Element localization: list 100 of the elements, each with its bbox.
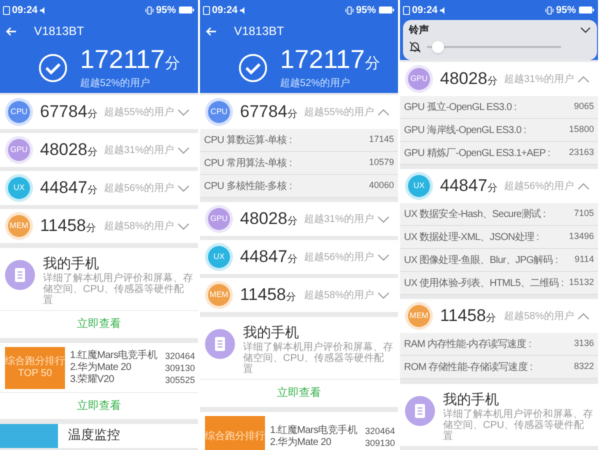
ranking-phone[interactable]: 2.华为Mate 20 xyxy=(70,362,132,374)
vibrate-icon xyxy=(544,6,554,14)
detail-value: 3136 xyxy=(574,337,594,350)
score-row[interactable]: MEM 11458分 超越58%的用户 xyxy=(400,299,598,333)
ranking-phone[interactable]: 1.红魔Mars电竞手机 xyxy=(270,424,357,436)
slider-thumb[interactable] xyxy=(432,41,444,53)
status-time: 09:24 xyxy=(412,4,438,18)
status-time: 09:24 xyxy=(12,4,38,18)
detail-label: RAM 内存性能-内存读写速度 : xyxy=(404,338,532,352)
vibrate-icon xyxy=(344,6,354,14)
score-row[interactable]: GPU 48028分 超越31%的用户 xyxy=(200,202,398,236)
percentile-text: 超越56%的用户 xyxy=(504,180,576,194)
battery-icon xyxy=(178,6,195,14)
category-badge: GPU xyxy=(8,139,30,161)
detail-value: 9065 xyxy=(574,100,594,114)
detail-label: GPU 海岸线-OpenGL ES3.0 : xyxy=(404,124,526,138)
device-title: V1813BT xyxy=(34,23,84,40)
category-badge: GPU xyxy=(208,208,230,230)
card-description: 详细了解本机用户评价和屏幕、存储空间、CPU、传感器等硬件配置 xyxy=(243,342,393,375)
banner-text: 综合跑分排行 xyxy=(5,356,65,368)
card-title: 我的手机 xyxy=(443,390,500,408)
score-row[interactable]: GPU 48028分 超越31%的用户 xyxy=(0,133,198,167)
ranking-phone[interactable]: 1.红魔Mars电竞手机 xyxy=(70,350,157,362)
category-badge: MEM xyxy=(8,215,30,237)
chevron-down-icon[interactable] xyxy=(580,27,591,33)
detail-value: 8322 xyxy=(574,360,594,374)
percentile-text: 超越58%的用户 xyxy=(504,310,576,324)
category-score: 48028分 xyxy=(40,139,98,161)
chevron-up-icon[interactable] xyxy=(377,108,390,116)
ranking-score: 305525 xyxy=(164,374,195,386)
detail-label: UX 图像处理-鱼眼、Blur、JPG解码 : xyxy=(404,254,558,268)
card-title: 温度监控 xyxy=(68,427,120,443)
card-title: 我的手机 xyxy=(43,254,100,272)
detail-value: 23163 xyxy=(568,146,594,160)
category-badge: GPU xyxy=(408,68,430,90)
ranking-score: 309130 xyxy=(164,362,195,374)
battery-percent: 95% xyxy=(556,4,576,18)
score-row[interactable]: CPU 67784分 超越55%的用户 xyxy=(200,95,398,129)
back-arrow-icon[interactable] xyxy=(206,26,217,36)
percentile-text: 超越56%的用户 xyxy=(304,250,376,264)
category-badge: UX xyxy=(8,177,30,199)
sim-icon xyxy=(203,6,210,14)
detail-label: UX 使用体验-列表、HTML5、二维码 : xyxy=(404,276,564,290)
category-score: 44847分 xyxy=(240,246,298,268)
percentile-text: 超越58%的用户 xyxy=(304,288,376,302)
detail-label: GPU 精炼厂-OpenGL ES3.1+AEP : xyxy=(404,146,550,160)
category-score: 67784分 xyxy=(40,101,98,123)
detail-value: 9114 xyxy=(574,253,594,266)
score-row[interactable]: GPU 48028分 超越31%的用户 xyxy=(400,62,598,96)
check-circle-icon xyxy=(238,52,268,82)
banner-text: TOP 50 xyxy=(18,368,52,380)
category-badge: MEM xyxy=(208,284,230,306)
category-score: 11458分 xyxy=(240,284,298,306)
detail-label: UX 数据处理-XML、JSON处理 : xyxy=(404,230,539,244)
percentile-text: 超越31%的用户 xyxy=(504,72,576,86)
battery-percent: 95% xyxy=(356,4,376,18)
volume-slider[interactable] xyxy=(427,41,561,53)
percentile-text: 超越31%的用户 xyxy=(304,212,376,226)
vibrate-icon xyxy=(144,6,154,14)
detail-value: 15132 xyxy=(568,276,594,290)
ranking-phone[interactable]: 2.华为Mate 20 xyxy=(270,436,332,448)
score-row[interactable]: UX 44847分 超越56%的用户 xyxy=(0,171,198,205)
document-icon xyxy=(205,329,235,359)
detail-label: CPU 多核性能-多核 : xyxy=(204,180,292,194)
category-score: 11458分 xyxy=(40,215,98,237)
detail-label: CPU 常用算法-单核 : xyxy=(204,156,292,170)
document-icon xyxy=(5,260,35,290)
ranking-score: 309130 xyxy=(364,436,395,448)
back-arrow-icon[interactable] xyxy=(6,26,17,36)
detail-label: GPU 孤立-OpenGL ES3.0 : xyxy=(404,100,516,114)
card-thumbnail xyxy=(0,424,58,448)
ranking-score: 320464 xyxy=(364,424,395,436)
score-row[interactable]: MEM 11458分 超越58%的用户 xyxy=(0,209,198,243)
score-row[interactable]: MEM 11458分 超越58%的用户 xyxy=(200,278,398,312)
category-score: 48028分 xyxy=(440,68,498,90)
category-badge: MEM xyxy=(408,305,430,327)
chevron-up-icon[interactable] xyxy=(577,182,590,190)
card-description: 详细了解本机用户评价和屏幕、存储空间、CPU、传感器等硬件配置 xyxy=(43,273,193,306)
detail-value: 15800 xyxy=(568,123,594,136)
category-badge: UX xyxy=(408,175,430,197)
category-score: 44847分 xyxy=(440,175,498,197)
ranking-phone[interactable]: 3.荣耀V20 xyxy=(70,374,114,386)
battery-icon xyxy=(578,6,595,14)
category-score: 48028分 xyxy=(240,208,298,230)
chevron-up-icon[interactable] xyxy=(577,76,590,82)
ranking-score: 320464 xyxy=(164,350,195,362)
score-row[interactable]: CPU 67784分 超越55%的用户 xyxy=(0,95,198,129)
speaker-icon xyxy=(440,6,447,14)
score-row[interactable]: UX 44847分 超越56%的用户 xyxy=(200,240,398,274)
percentile-text: 超越31%的用户 xyxy=(104,144,176,158)
detail-value: 10579 xyxy=(368,156,394,170)
battery-icon xyxy=(378,6,395,14)
score-row[interactable]: UX 44847分 超越56%的用户 xyxy=(400,169,598,203)
speaker-icon xyxy=(240,6,247,14)
total-score: 172117分 xyxy=(280,45,380,76)
sim-icon xyxy=(3,6,10,14)
detail-label: ROM 存储性能-存储读写速度 : xyxy=(404,360,532,374)
chevron-up-icon[interactable] xyxy=(577,312,590,320)
category-score: 67784分 xyxy=(240,101,298,123)
muted-bell-icon xyxy=(409,41,421,53)
